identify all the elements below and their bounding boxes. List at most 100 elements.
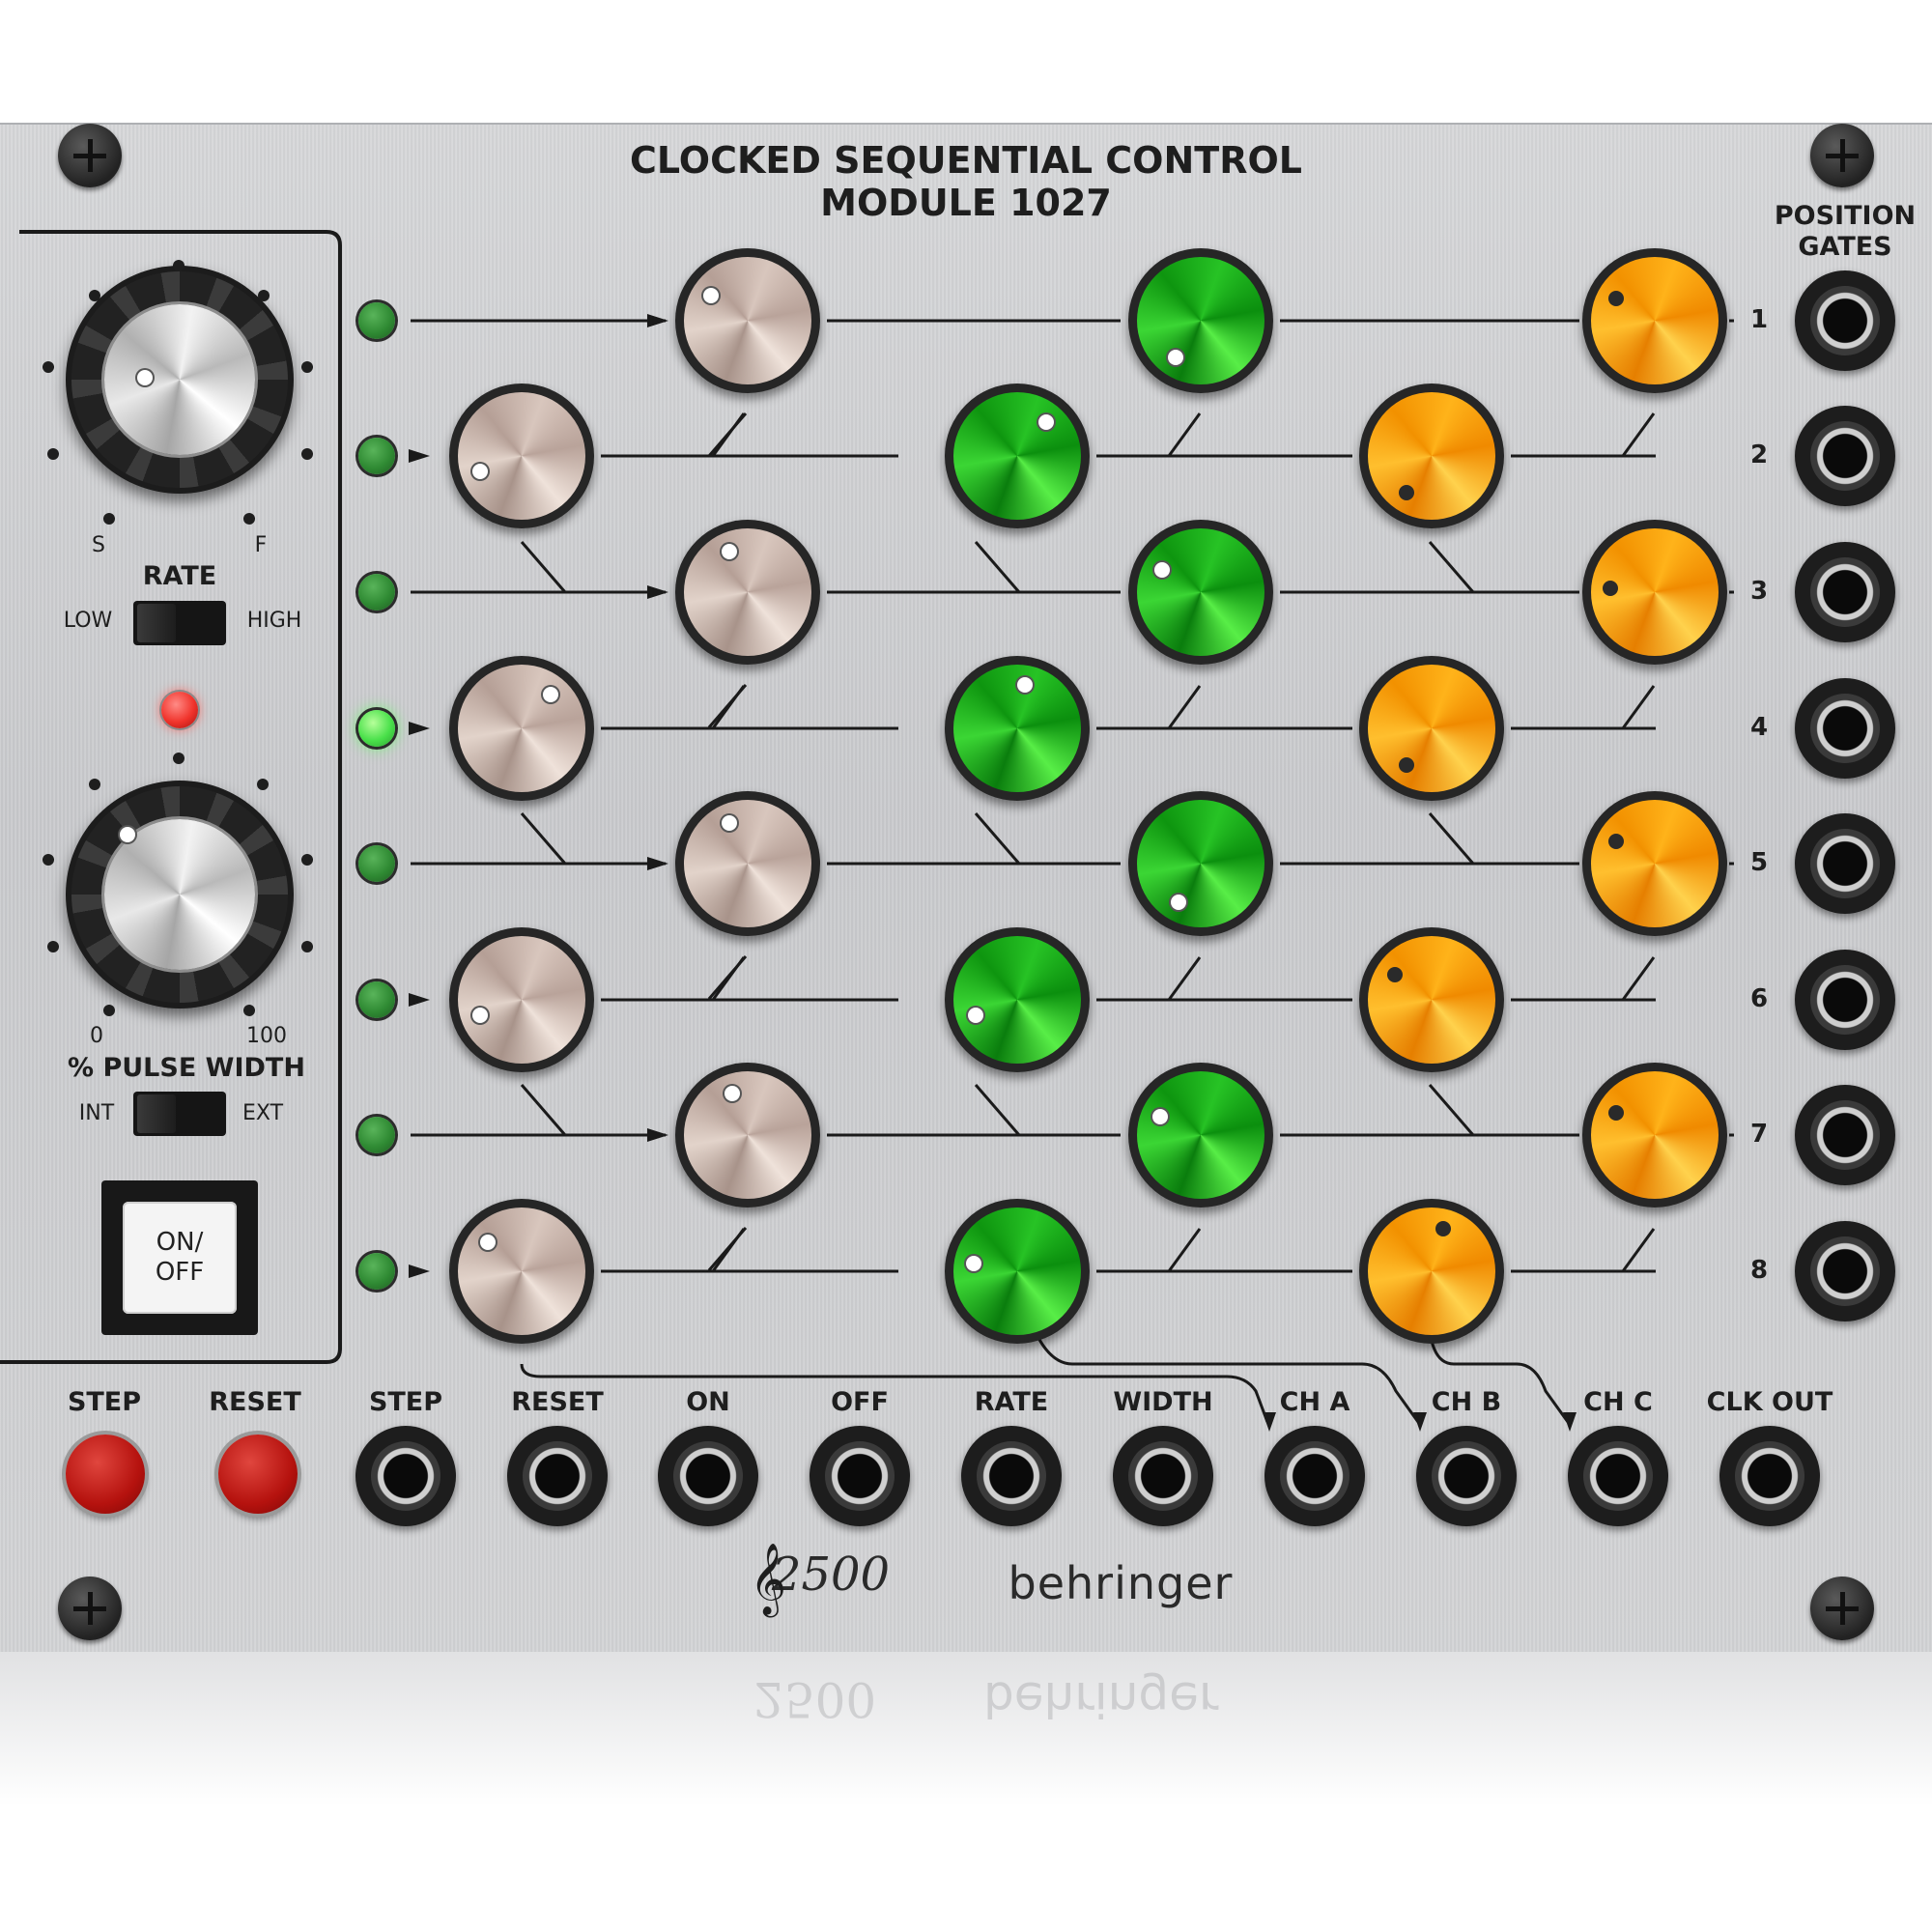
jack-ch-b[interactable]: [1416, 1426, 1517, 1526]
channel-b-knob-2[interactable]: [941, 380, 1094, 532]
jack-socket: [1810, 1236, 1880, 1306]
channel-b-knob-3[interactable]: [1124, 516, 1277, 668]
knob-pointer: [1152, 1108, 1169, 1124]
pulse-width-scale-dot: [89, 779, 100, 790]
channel-b-knob-1[interactable]: [1124, 244, 1277, 397]
channel-c-knob-4[interactable]: [1355, 652, 1508, 805]
position-gate-number: 1: [1749, 305, 1769, 334]
position-gate-jack-4[interactable]: [1795, 678, 1895, 779]
jack-rate[interactable]: [961, 1426, 1062, 1526]
channel-a-knob-2[interactable]: [445, 380, 598, 532]
channel-b-knob-6[interactable]: [941, 923, 1094, 1076]
knob-pointer: [1171, 894, 1186, 910]
jack-socket: [1810, 965, 1880, 1035]
jack-socket: [1810, 1100, 1880, 1170]
step-button[interactable]: [66, 1435, 145, 1514]
knob-cap: [458, 1208, 585, 1335]
channel-c-knob-3[interactable]: [1578, 516, 1731, 668]
channel-b-knob-4[interactable]: [941, 652, 1094, 805]
rate-scale-slow: S: [92, 533, 105, 557]
rate-knob-pointer: [137, 370, 153, 385]
channel-a-knob-3[interactable]: [671, 516, 824, 668]
jack-socket: [673, 1441, 743, 1511]
pulse-width-scale-dot: [301, 941, 313, 952]
jack-on[interactable]: [658, 1426, 758, 1526]
jack-off[interactable]: [810, 1426, 910, 1526]
rate-scale-dot: [47, 448, 59, 460]
jack-socket: [1280, 1441, 1350, 1511]
knob-pointer: [471, 463, 488, 479]
jack-socket: [977, 1441, 1046, 1511]
channel-c-knob-2[interactable]: [1355, 380, 1508, 532]
knob-pointer: [1435, 1220, 1451, 1236]
channel-a-knob-7[interactable]: [671, 1059, 824, 1211]
jack-label-reset: RESET: [511, 1387, 604, 1417]
channel-b-knob-8[interactable]: [941, 1195, 1094, 1348]
channel-a-knob-4[interactable]: [445, 652, 598, 805]
rate-range-switch[interactable]: [133, 601, 226, 645]
channel-b-knob-5[interactable]: [1124, 787, 1277, 940]
pulse-width-scale-min: 0: [90, 1024, 103, 1048]
knob-pointer: [967, 1007, 983, 1023]
position-gate-jack-6[interactable]: [1795, 950, 1895, 1050]
jack-ch-c[interactable]: [1568, 1426, 1668, 1526]
knob-cap: [684, 800, 811, 927]
position-gate-jack-1[interactable]: [1795, 270, 1895, 371]
stage-led-1: [358, 302, 395, 339]
position-gate-jack-5[interactable]: [1795, 813, 1895, 914]
knob-cap: [458, 392, 585, 520]
series-logo-reflection: 2500: [753, 1671, 877, 1727]
position-gates-header-line2: GATES: [1798, 232, 1892, 262]
channel-c-knob-1[interactable]: [1578, 244, 1731, 397]
channel-a-knob-8[interactable]: [445, 1195, 598, 1348]
channel-c-knob-6[interactable]: [1355, 923, 1508, 1076]
jack-socket: [1810, 286, 1880, 355]
stage-led-2: [358, 438, 395, 474]
knob-pointer: [721, 815, 737, 832]
position-gate-number: 5: [1749, 848, 1769, 877]
position-gate-jack-2[interactable]: [1795, 406, 1895, 506]
knob-pointer: [1037, 413, 1054, 430]
jack-label-ch-a: CH A: [1279, 1387, 1350, 1417]
jack-step[interactable]: [355, 1426, 456, 1526]
position-gates-header-line1: POSITION: [1774, 201, 1917, 231]
rate-scale-fast: F: [254, 533, 268, 557]
reset-button[interactable]: [218, 1435, 298, 1514]
pulse-width-knob[interactable]: [66, 781, 294, 1009]
clock-led: [161, 692, 198, 728]
power-button[interactable]: ON/ OFF: [123, 1202, 237, 1314]
clock-source-switch[interactable]: [133, 1092, 226, 1136]
channel-c-knob-7[interactable]: [1578, 1059, 1731, 1211]
jack-socket: [1810, 557, 1880, 627]
brand-logo-reflection: behringer: [983, 1671, 1219, 1727]
rate-scale-dot: [301, 361, 313, 373]
knob-cap: [1591, 800, 1719, 927]
rate-scale-dot: [258, 290, 270, 301]
knob-cap: [684, 1071, 811, 1199]
jack-clk-out[interactable]: [1719, 1426, 1820, 1526]
channel-a-knob-1[interactable]: [671, 244, 824, 397]
rate-label: RATE: [142, 561, 217, 591]
knob-pointer: [721, 544, 737, 560]
channel-a-knob-6[interactable]: [445, 923, 598, 1076]
brand-logo: behringer: [1008, 1557, 1234, 1609]
pulse-width-scale-dot: [103, 1005, 115, 1016]
jack-label-ch-b: CH B: [1431, 1387, 1502, 1417]
channel-c-knob-5[interactable]: [1578, 787, 1731, 940]
knob-cap: [1591, 1071, 1719, 1199]
position-gate-jack-8[interactable]: [1795, 1221, 1895, 1321]
position-gate-jack-3[interactable]: [1795, 542, 1895, 642]
jack-label-on: ON: [686, 1387, 730, 1417]
knob-pointer: [1398, 756, 1414, 773]
rate-switch-lever: [137, 604, 176, 642]
channel-a-knob-5[interactable]: [671, 787, 824, 940]
jack-ch-a[interactable]: [1264, 1426, 1365, 1526]
channel-c-knob-8[interactable]: [1355, 1195, 1508, 1348]
knob-cap: [684, 257, 811, 384]
channel-b-knob-7[interactable]: [1124, 1059, 1277, 1211]
jack-reset[interactable]: [507, 1426, 608, 1526]
jack-width[interactable]: [1113, 1426, 1213, 1526]
jack-socket: [371, 1441, 440, 1511]
position-gate-jack-7[interactable]: [1795, 1085, 1895, 1185]
stage-led-5: [358, 845, 395, 882]
